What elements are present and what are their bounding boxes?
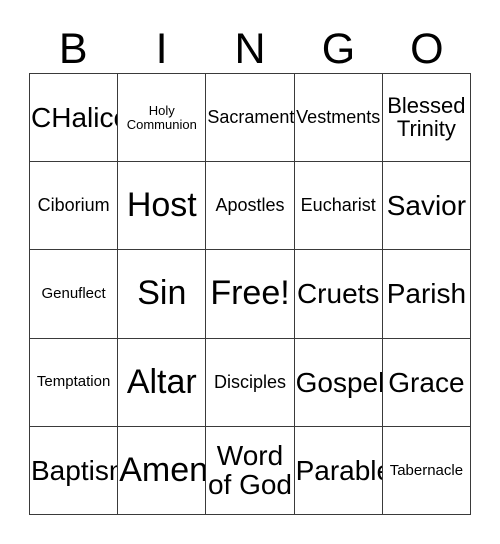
bingo-cell[interactable]: Disciples [206, 338, 295, 427]
bingo-cell-label: Apostles [215, 195, 285, 216]
bingo-cell[interactable]: Ciborium [30, 162, 119, 251]
bingo-cell-label: Eucharist [300, 195, 376, 216]
bingo-grid: CHalice Holy Communion SacramentVestments B… [29, 73, 471, 515]
bingo-cell[interactable]: Grace [382, 338, 471, 427]
bingo-cell[interactable]: Holy Communion [118, 74, 207, 163]
bingo-cell[interactable]: Baptism [30, 426, 119, 515]
bingo-header-letter-g: G [321, 25, 356, 73]
bingo-cell[interactable]: Parable [294, 426, 383, 515]
bingo-cell[interactable]: Cruets [294, 250, 383, 339]
bingo-cell-label: Host [126, 186, 197, 225]
bingo-cell-label: Cruets [296, 278, 380, 310]
bingo-cell-label: Parish [386, 278, 467, 310]
bingo-cell-label: Vestments [296, 107, 381, 128]
bingo-header-letter-o: O [410, 25, 444, 73]
bingo-cell[interactable]: CHalice [30, 74, 119, 163]
bingo-cell-label: Ciborium [37, 195, 110, 216]
bingo-cell[interactable]: Parish [382, 250, 471, 339]
bingo-cell-label: Genuflect [41, 285, 106, 303]
bingo-cell[interactable]: Apostles [206, 162, 295, 251]
bingo-cell[interactable]: Vestments [294, 74, 383, 163]
bingo-cell-label: Sacrament [207, 107, 295, 128]
bingo-cell[interactable]: Eucharist [294, 162, 383, 251]
bingo-cell-label: Amen [119, 450, 207, 489]
bingo-cell-label: Savior [386, 190, 467, 222]
bingo-cell[interactable]: Word of God [206, 426, 295, 515]
bingo-cell-label: Free! [210, 274, 290, 313]
bingo-cell[interactable]: Free! [206, 250, 295, 339]
bingo-cell-label: Grace [388, 366, 465, 398]
bingo-cell-label: CHalice [31, 102, 117, 134]
bingo-cell[interactable]: Altar [118, 338, 207, 427]
bingo-header-letter-i: I [155, 25, 168, 73]
bingo-cell-label: Baptism [31, 454, 117, 486]
bingo-cell[interactable]: Temptation [30, 338, 119, 427]
bingo-cell-label: Word of God [207, 440, 293, 501]
bingo-card: B I N G O CHalice Holy Communion Sacrament… [0, 0, 500, 544]
bingo-header-row: B I N G O [29, 18, 471, 72]
bingo-cell-label: Blessed Trinity [387, 92, 466, 141]
bingo-cell[interactable]: Host [118, 162, 207, 251]
bingo-cell-label: Holy Communion [126, 103, 197, 132]
bingo-cell[interactable]: Amen [118, 426, 207, 515]
bingo-header-letter-n: N [234, 25, 266, 73]
bingo-cell[interactable]: Tabernacle [382, 426, 471, 515]
bingo-cell[interactable]: Sin [118, 250, 207, 339]
bingo-cell[interactable]: Savior [382, 162, 471, 251]
bingo-cell-label: Sin [137, 274, 187, 313]
bingo-cell-label: Temptation [36, 373, 111, 391]
bingo-cell[interactable]: Gospel [294, 338, 383, 427]
bingo-cell[interactable]: Sacrament [206, 74, 295, 163]
bingo-cell[interactable]: Genuflect [30, 250, 119, 339]
bingo-cell-label: Tabernacle [389, 461, 464, 479]
bingo-cell[interactable]: Blessed Trinity [382, 74, 471, 163]
bingo-cell-label: Gospel [295, 366, 383, 398]
bingo-cell-label: Disciples [213, 371, 286, 392]
bingo-cell-label: Parable [295, 454, 383, 486]
bingo-cell-label: Altar [126, 362, 197, 401]
bingo-header-letter-b: B [58, 25, 88, 73]
